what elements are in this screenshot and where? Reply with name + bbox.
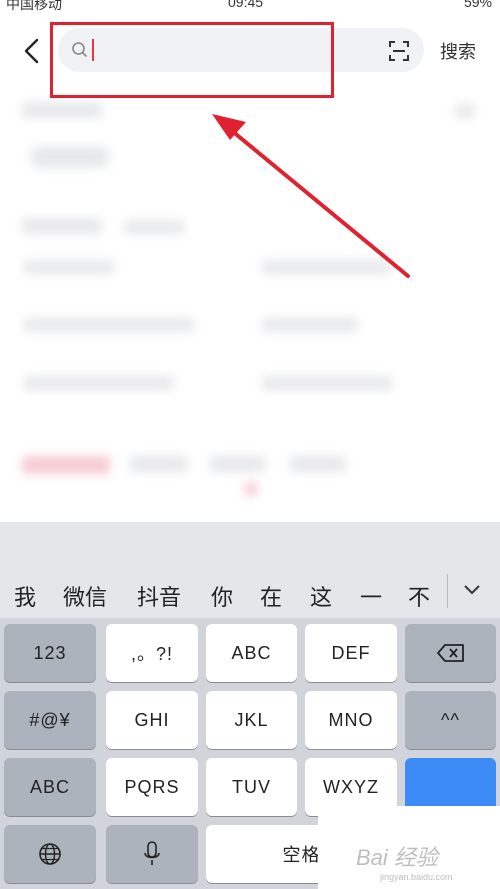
key-emoticon[interactable]: ^^	[405, 691, 496, 749]
scan-icon[interactable]	[388, 40, 410, 62]
candidate-bar: 我 微信 抖音 你 在 这 一 不	[0, 522, 500, 618]
candidate-word[interactable]: 微信	[63, 580, 107, 612]
globe-key[interactable]	[4, 825, 96, 883]
key-abc[interactable]: ABC	[206, 624, 297, 682]
globe-icon	[39, 843, 61, 865]
mic-key[interactable]	[106, 825, 198, 883]
status-bar: 中国移动 09:45 59%	[0, 0, 500, 20]
watermark-url: jingyan.baidu.com	[380, 872, 453, 882]
candidate-word[interactable]: 我	[14, 580, 36, 612]
microphone-icon	[144, 841, 160, 865]
candidate-word[interactable]: 你	[211, 580, 233, 612]
blurred-page-content	[0, 90, 500, 520]
candidate-word[interactable]: 在	[260, 580, 282, 612]
space-key-label: 空格	[282, 845, 321, 865]
candidate-word[interactable]: 抖音	[137, 580, 181, 612]
watermark-logo: Bai 经验	[356, 845, 438, 870]
clock-label: 09:45	[228, 0, 264, 10]
key-mno[interactable]: MNO	[305, 691, 397, 749]
key-jkl[interactable]: JKL	[206, 691, 297, 749]
back-arrow-icon[interactable]	[22, 38, 42, 64]
key-def[interactable]: DEF	[305, 624, 397, 682]
backspace-icon	[436, 644, 464, 662]
candidate-divider	[447, 574, 448, 608]
key-tuv[interactable]: TUV	[206, 758, 297, 816]
key-abc-switch[interactable]: ABC	[4, 758, 96, 816]
key-punctuation[interactable]: ,。?!	[106, 624, 198, 682]
search-button[interactable]: 搜索	[440, 38, 476, 64]
candidate-word[interactable]: 不	[408, 580, 430, 612]
key-123[interactable]: 123	[4, 624, 96, 682]
battery-label: 59%	[463, 0, 492, 10]
highlight-box	[50, 22, 334, 98]
chevron-down-icon[interactable]	[462, 580, 482, 600]
key-pqrs[interactable]: PQRS	[106, 758, 198, 816]
candidate-word[interactable]: 一	[360, 580, 382, 612]
key-symbols[interactable]: #@¥	[4, 691, 96, 749]
carrier-label: 中国移动	[6, 0, 62, 12]
backspace-key[interactable]	[405, 624, 496, 682]
candidate-word[interactable]: 这	[310, 580, 332, 612]
key-ghi[interactable]: GHI	[106, 691, 198, 749]
